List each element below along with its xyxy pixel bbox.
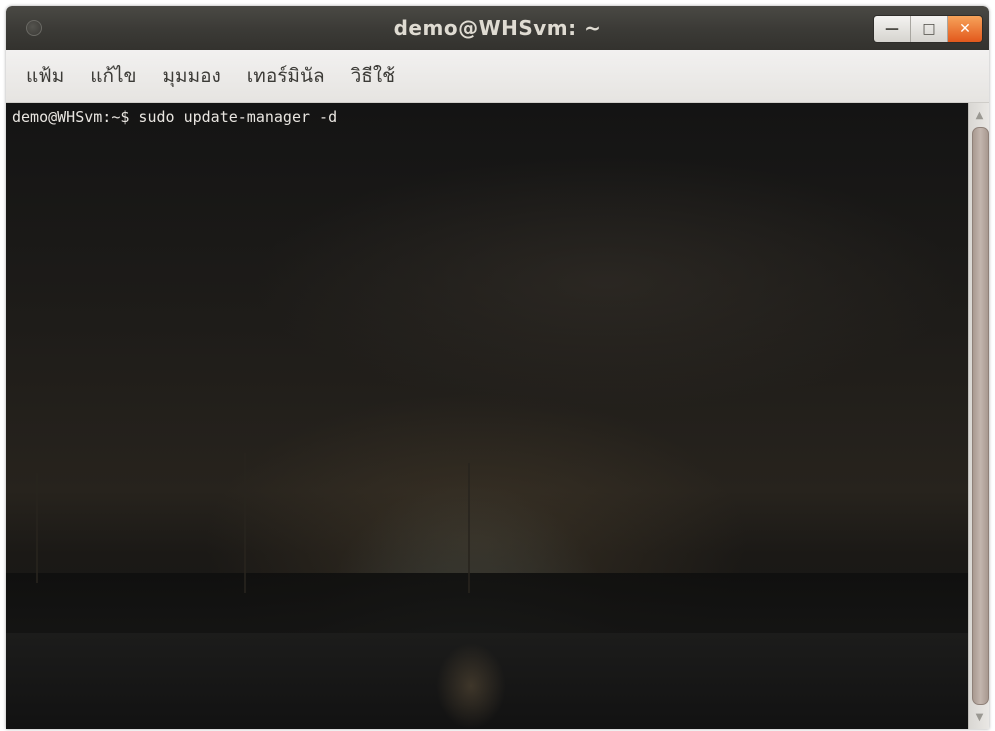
shell-prompt: demo@WHSvm:~$ (12, 108, 130, 126)
terminal-line: demo@WHSvm:~$ sudo update-manager -d (12, 107, 337, 127)
menu-help[interactable]: วิธีใช้ (339, 55, 409, 97)
background-mast (468, 463, 470, 593)
close-button[interactable]: ✕ (948, 16, 982, 42)
minimize-button[interactable]: — (874, 16, 911, 42)
vertical-scrollbar[interactable]: ▲ ▼ (968, 103, 989, 729)
menu-terminal[interactable]: เทอร์มินัล (235, 55, 339, 97)
menu-edit[interactable]: แก้ไข (78, 55, 150, 97)
background-shoreline (6, 573, 968, 633)
window-title: demo@WHSvm: ~ (393, 16, 602, 40)
background-mast (244, 453, 246, 593)
menu-file[interactable]: แฟ้ม (14, 55, 78, 97)
background-mast (36, 473, 38, 583)
menu-bar: แฟ้ม แก้ไข มุมมอง เทอร์มินัล วิธีใช้ (6, 50, 989, 103)
background-sun-reflection (436, 643, 506, 729)
title-bar[interactable]: demo@WHSvm: ~ — □ ✕ (6, 6, 989, 50)
terminal-area[interactable]: demo@WHSvm:~$ sudo update-manager -d (6, 103, 968, 729)
shell-command: sudo update-manager -d (129, 108, 338, 126)
scroll-down-icon[interactable]: ▼ (969, 707, 989, 727)
scroll-thumb[interactable] (972, 127, 989, 705)
menu-view[interactable]: มุมมอง (151, 55, 235, 97)
window-controls: — □ ✕ (873, 15, 983, 43)
scroll-up-icon[interactable]: ▲ (969, 105, 989, 125)
terminal-window: demo@WHSvm: ~ — □ ✕ แฟ้ม แก้ไข มุมมอง เท… (6, 6, 989, 729)
maximize-button[interactable]: □ (911, 16, 948, 42)
